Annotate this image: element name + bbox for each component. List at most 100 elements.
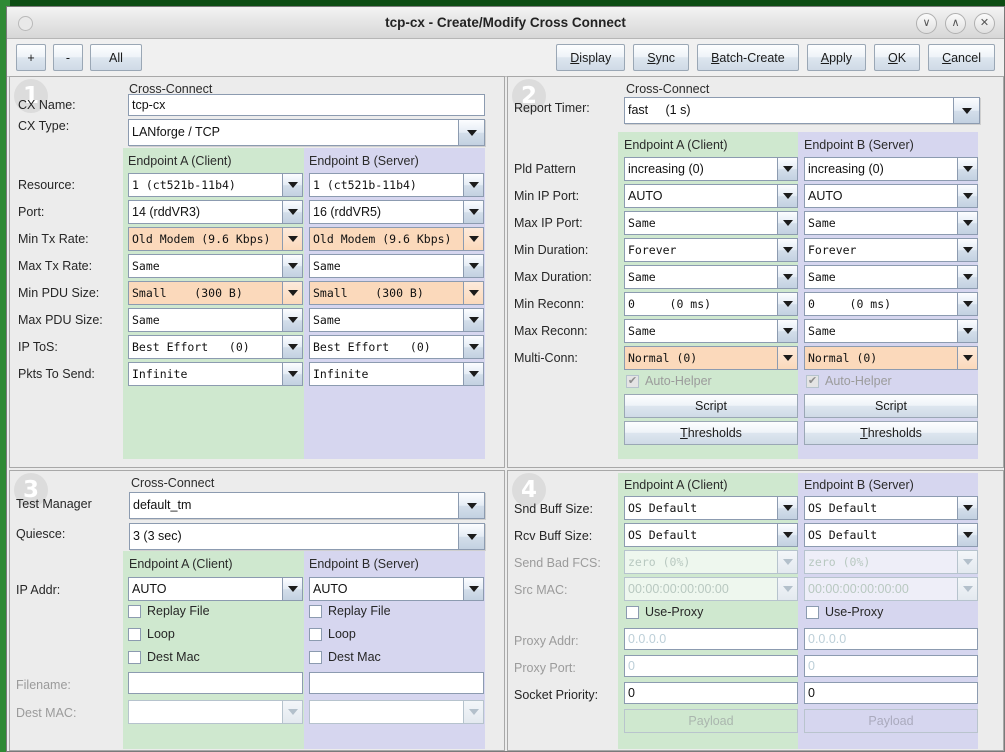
snd-buff-size-b-combo[interactable]: OS Default <box>804 496 978 520</box>
auto-helper-b-checkbox[interactable]: ✔ Auto-Helper <box>806 374 892 388</box>
loop-a-checkbox[interactable]: Loop <box>128 627 175 641</box>
replay-file-b-checkbox[interactable]: Replay File <box>309 604 391 618</box>
send-bad-fcs-b-combo[interactable]: zero (0%) <box>804 550 978 574</box>
chevron-down-icon[interactable] <box>778 319 798 343</box>
ip-addr-b-combo[interactable]: AUTO <box>309 577 484 601</box>
max-pdu-size-b-combo[interactable]: Same <box>309 308 484 332</box>
chevron-down-icon[interactable] <box>459 523 485 550</box>
resource-a-combo[interactable]: 1 (ct521b-11b4) <box>128 173 303 197</box>
src-mac-b-combo[interactable]: 00:00:00:00:00:00 <box>804 577 978 601</box>
chevron-down-icon[interactable] <box>778 523 798 547</box>
thresholds-b-button[interactable]: Thresholds <box>804 421 978 445</box>
src-mac-a-combo[interactable]: 00:00:00:00:00:00 <box>624 577 798 601</box>
chevron-down-icon[interactable] <box>958 496 978 520</box>
pld-pattern-a-combo[interactable]: increasing (0) <box>624 157 798 181</box>
sync-button[interactable]: Sync <box>633 44 690 71</box>
ok-button[interactable]: OK <box>874 44 921 71</box>
minimize-icon[interactable]: ∨ <box>916 13 937 34</box>
pld-pattern-b-combo[interactable]: increasing (0) <box>804 157 978 181</box>
chevron-down-icon[interactable] <box>464 281 484 305</box>
rcv-buff-size-a-combo[interactable]: OS Default <box>624 523 798 547</box>
max-reconn-a-combo[interactable]: Same <box>624 319 798 343</box>
chevron-down-icon[interactable] <box>283 281 303 305</box>
chevron-down-icon[interactable] <box>283 173 303 197</box>
min-tx-rate-b-combo[interactable]: Old Modem (9.6 Kbps) <box>309 227 484 251</box>
max-tx-rate-b-combo[interactable]: Same <box>309 254 484 278</box>
script-a-button[interactable]: Script <box>624 394 798 418</box>
maximize-icon[interactable]: ∧ <box>945 13 966 34</box>
socket-priority-b-input[interactable]: 0 <box>804 682 978 704</box>
port-a-combo[interactable]: 14 (rddVR3) <box>128 200 303 224</box>
cancel-button[interactable]: Cancel <box>928 44 995 71</box>
dest-mac-a-checkbox[interactable]: Dest Mac <box>128 650 200 664</box>
cx-name-input[interactable]: tcp-cx <box>128 94 485 116</box>
socket-priority-a-input[interactable]: 0 <box>624 682 798 704</box>
chevron-down-icon[interactable] <box>778 211 798 235</box>
filename-a-input[interactable] <box>128 672 303 694</box>
chevron-down-icon[interactable] <box>958 157 978 181</box>
multi-conn-b-combo[interactable]: Normal (0) <box>804 346 978 370</box>
chevron-down-icon[interactable] <box>778 577 798 601</box>
ip-tos-b-combo[interactable]: Best Effort (0) <box>309 335 484 359</box>
max-duration-a-combo[interactable]: Same <box>624 265 798 289</box>
min-duration-b-combo[interactable]: Forever <box>804 238 978 262</box>
send-bad-fcs-a-combo[interactable]: zero (0%) <box>624 550 798 574</box>
report-timer-combo[interactable]: fast (1 s) <box>624 97 980 124</box>
ip-addr-a-combo[interactable]: AUTO <box>128 577 303 601</box>
chevron-down-icon[interactable] <box>958 523 978 547</box>
port-b-combo[interactable]: 16 (rddVR5) <box>309 200 484 224</box>
chevron-down-icon[interactable] <box>958 184 978 208</box>
proxy-port-b-input[interactable]: 0 <box>804 655 978 677</box>
chevron-down-icon[interactable] <box>778 346 798 370</box>
chevron-down-icon[interactable] <box>283 362 303 386</box>
payload-b-button[interactable]: Payload <box>804 709 978 733</box>
cx-type-combo[interactable]: LANforge / TCP <box>128 119 485 146</box>
chevron-down-icon[interactable] <box>954 97 980 124</box>
use-proxy-b-checkbox[interactable]: Use-Proxy <box>806 605 883 619</box>
display-button[interactable]: Display <box>556 44 626 71</box>
chevron-down-icon[interactable] <box>958 550 978 574</box>
test-manager-combo[interactable]: default_tm <box>129 492 485 519</box>
chevron-down-icon[interactable] <box>464 362 484 386</box>
expand-button[interactable]: + <box>16 44 46 71</box>
max-tx-rate-a-combo[interactable]: Same <box>128 254 303 278</box>
quiesce-combo[interactable]: 3 (3 sec) <box>129 523 485 550</box>
chevron-down-icon[interactable] <box>958 319 978 343</box>
min-reconn-b-combo[interactable]: 0 (0 ms) <box>804 292 978 316</box>
filename-b-input[interactable] <box>309 672 484 694</box>
auto-helper-a-checkbox[interactable]: ✔ Auto-Helper <box>626 374 712 388</box>
snd-buff-size-a-combo[interactable]: OS Default <box>624 496 798 520</box>
payload-a-button[interactable]: Payload <box>624 709 798 733</box>
close-icon[interactable]: ✕ <box>974 13 995 34</box>
min-ip-port-a-combo[interactable]: AUTO <box>624 184 798 208</box>
min-duration-a-combo[interactable]: Forever <box>624 238 798 262</box>
max-pdu-size-a-combo[interactable]: Same <box>128 308 303 332</box>
max-duration-b-combo[interactable]: Same <box>804 265 978 289</box>
proxy-addr-b-input[interactable]: 0.0.0.0 <box>804 628 978 650</box>
chevron-down-icon[interactable] <box>778 292 798 316</box>
loop-b-checkbox[interactable]: Loop <box>309 627 356 641</box>
chevron-down-icon[interactable] <box>958 292 978 316</box>
chevron-down-icon[interactable] <box>958 238 978 262</box>
chevron-down-icon[interactable] <box>283 200 303 224</box>
chevron-down-icon[interactable] <box>778 550 798 574</box>
chevron-down-icon[interactable] <box>464 335 484 359</box>
proxy-port-a-input[interactable]: 0 <box>624 655 798 677</box>
chevron-down-icon[interactable] <box>283 254 303 278</box>
chevron-down-icon[interactable] <box>464 200 484 224</box>
script-b-button[interactable]: Script <box>804 394 978 418</box>
proxy-addr-a-input[interactable]: 0.0.0.0 <box>624 628 798 650</box>
chevron-down-icon[interactable] <box>283 700 303 724</box>
chevron-down-icon[interactable] <box>283 335 303 359</box>
max-ip-port-b-combo[interactable]: Same <box>804 211 978 235</box>
chevron-down-icon[interactable] <box>464 227 484 251</box>
pkts-to-send-b-combo[interactable]: Infinite <box>309 362 484 386</box>
chevron-down-icon[interactable] <box>778 184 798 208</box>
chevron-down-icon[interactable] <box>958 211 978 235</box>
replay-file-a-checkbox[interactable]: Replay File <box>128 604 210 618</box>
min-reconn-a-combo[interactable]: 0 (0 ms) <box>624 292 798 316</box>
chevron-down-icon[interactable] <box>464 700 484 724</box>
chevron-down-icon[interactable] <box>958 577 978 601</box>
pkts-to-send-a-combo[interactable]: Infinite <box>128 362 303 386</box>
min-ip-port-b-combo[interactable]: AUTO <box>804 184 978 208</box>
